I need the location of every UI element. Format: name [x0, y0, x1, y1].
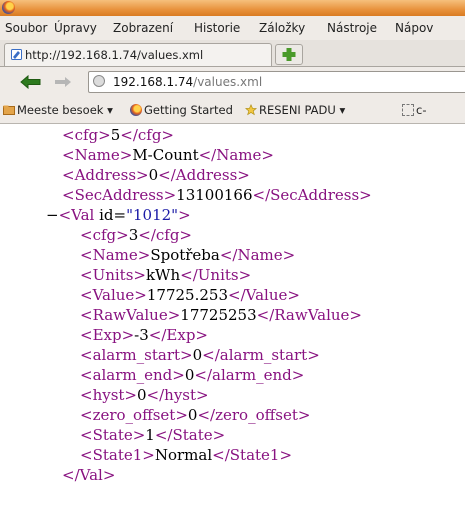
- bookmarks-toolbar: Meeste besoek ▾ Getting Started RESENI P…: [0, 97, 465, 124]
- bookmark-label: c-: [416, 103, 427, 117]
- xml-line-val-rawvalue: <RawValue>17725253</RawValue>: [80, 306, 363, 324]
- collapse-toggle[interactable]: −: [46, 206, 59, 224]
- xml-line-val-cfg: <cfg>3</cfg>: [80, 226, 192, 244]
- menu-upravy[interactable]: Úpravy: [54, 21, 97, 35]
- xml-line-val-name: <Name>Spotřeba</Name>: [80, 246, 296, 264]
- xml-line-val-state: <State>1</State>: [80, 426, 226, 444]
- page-icon: [11, 49, 22, 60]
- menu-napoveda[interactable]: Nápov: [395, 21, 433, 35]
- xml-line-val-exp: <Exp>-3</Exp>: [80, 326, 208, 344]
- xml-line-name: <Name>M-Count</Name>: [62, 146, 274, 164]
- xml-line-val-value: <Value>17725.253</Value>: [80, 286, 300, 304]
- menu-zobrazeni[interactable]: Zobrazení: [113, 21, 173, 35]
- bookmark-getting-started[interactable]: Getting Started: [130, 103, 233, 117]
- xml-line-address: <Address>0</Address>: [62, 166, 250, 184]
- tab-title: http://192.168.1.74/values.xml: [25, 48, 204, 62]
- forward-arrow-icon[interactable]: [54, 76, 72, 88]
- bookmark-label: Getting Started: [144, 103, 233, 117]
- xml-line-val-state1: <State1>Normal</State1>: [80, 446, 293, 464]
- xml-line-val-open: −<Val id="1012">: [46, 206, 191, 224]
- xml-line-val-zero-offset: <zero_offset>0</zero_offset>: [80, 406, 311, 424]
- bookmark-reseni-padu[interactable]: RESENI PADU ▾: [245, 103, 345, 117]
- back-arrow-icon[interactable]: [20, 75, 42, 89]
- bookmark-label: RESENI PADU: [259, 103, 336, 117]
- navigation-toolbar: 192.168.1.74/values.xml: [0, 67, 465, 97]
- menu-nastroje[interactable]: Nástroje: [327, 21, 377, 35]
- xml-line-val-units: <Units>kWh</Units>: [80, 266, 252, 284]
- folder-icon: [3, 105, 15, 115]
- tab-strip: http://192.168.1.74/values.xml: [0, 40, 465, 67]
- bookmark-label: Meeste besoek: [17, 103, 104, 117]
- xml-line-val-close: </Val>: [62, 466, 116, 484]
- url-text: 192.168.1.74/values.xml: [113, 75, 262, 89]
- new-tab-button[interactable]: [275, 44, 303, 65]
- address-bar[interactable]: 192.168.1.74/values.xml: [88, 71, 465, 93]
- firefox-logo-icon: [2, 1, 15, 14]
- xml-line-val-hyst: <hyst>0</hyst>: [80, 386, 209, 404]
- page-icon: [402, 104, 414, 116]
- url-path: /values.xml: [193, 75, 263, 89]
- xml-line-secaddress: <SecAddress>13100166</SecAddress>: [62, 186, 372, 204]
- star-icon: [245, 104, 257, 116]
- menu-soubor[interactable]: Soubor: [5, 21, 47, 35]
- tab-values-xml[interactable]: http://192.168.1.74/values.xml: [4, 43, 272, 66]
- xml-line-val-alarm-end: <alarm_end>0</alarm_end>: [80, 366, 305, 384]
- plus-icon: [282, 48, 296, 61]
- window-titlebar: [0, 0, 465, 17]
- globe-icon: [93, 75, 105, 87]
- menu-historie[interactable]: Historie: [194, 21, 240, 35]
- firefox-logo-icon: [130, 104, 142, 116]
- bookmark-meeste-besoek[interactable]: Meeste besoek ▾: [3, 103, 113, 117]
- menu-bar: Soubor Úpravy Zobrazení Historie Záložky…: [0, 16, 465, 40]
- xml-line-val-alarm-start: <alarm_start>0</alarm_start>: [80, 346, 320, 364]
- url-host: 192.168.1.74: [113, 75, 194, 89]
- xml-line-cfg: <cfg>5</cfg>: [62, 126, 174, 144]
- bookmark-c[interactable]: c-: [402, 103, 426, 117]
- xml-viewer: <cfg>5</cfg> <Name>M-Count</Name> <Addre…: [0, 124, 465, 515]
- menu-zalozky[interactable]: Záložky: [259, 21, 305, 35]
